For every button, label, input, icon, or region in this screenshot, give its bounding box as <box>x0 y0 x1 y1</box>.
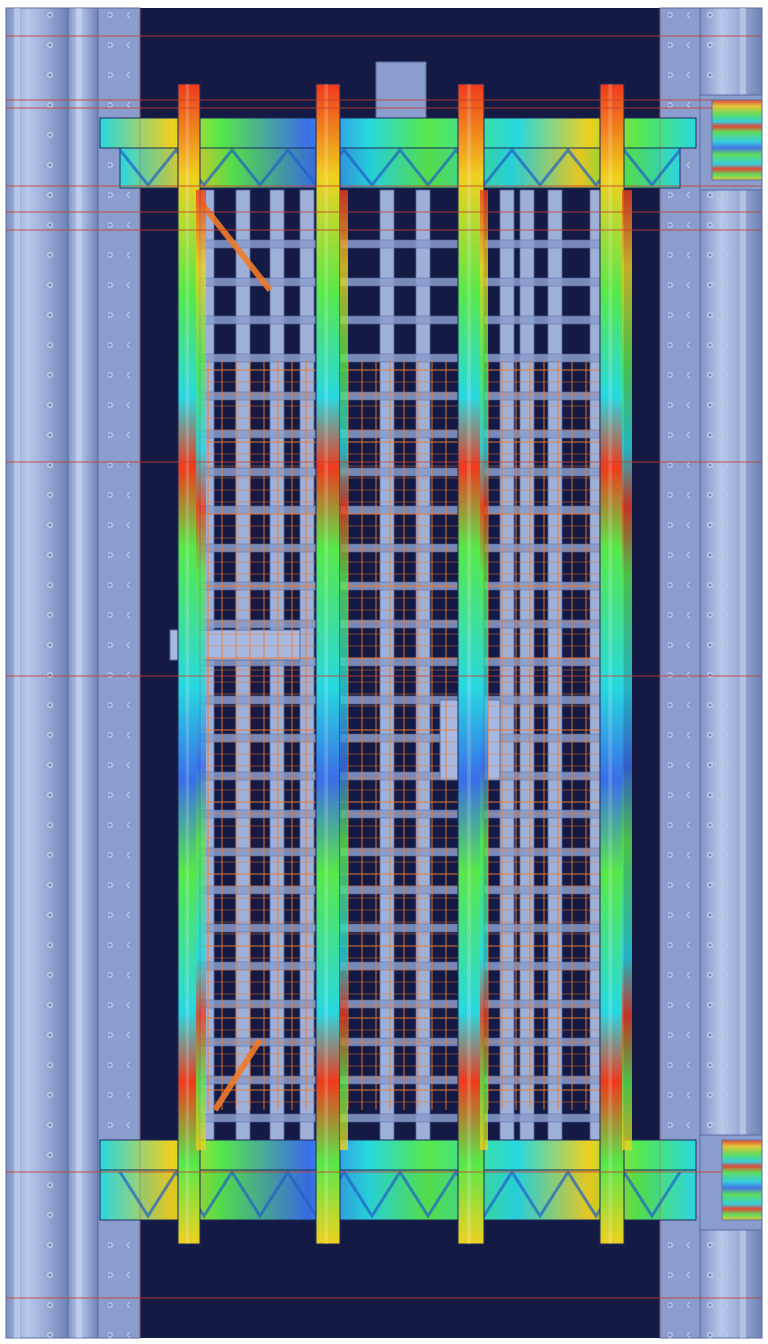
steel-member <box>179 429 621 439</box>
contour-column-inner <box>340 190 348 1150</box>
steel-member <box>179 315 621 325</box>
steel-member <box>179 277 621 287</box>
contour-column-inner <box>196 190 206 1150</box>
column-highlight <box>608 84 612 1244</box>
steel-member <box>179 847 621 857</box>
contour-column-inner <box>622 190 632 1150</box>
contour-column-inner <box>480 190 488 1150</box>
steel-member <box>179 619 621 629</box>
steel-member <box>179 999 621 1009</box>
column-highlight <box>324 84 328 1244</box>
steel-member <box>179 885 621 895</box>
column-highlight <box>185 84 189 1244</box>
steel-member <box>375 61 427 119</box>
steel-member <box>179 353 621 363</box>
steel-member <box>179 505 621 515</box>
steel-member <box>179 543 621 553</box>
steel-member <box>179 695 621 705</box>
steel-member <box>179 771 621 781</box>
steel-member <box>179 923 621 933</box>
steel-member <box>179 733 621 743</box>
steel-member <box>179 391 621 401</box>
steel-member <box>179 1075 621 1085</box>
viewport-background <box>140 8 660 1338</box>
left-steel-column <box>5 7 141 1339</box>
column-highlight <box>467 84 471 1244</box>
steel-member <box>179 961 621 971</box>
model-viewport[interactable] <box>0 0 768 1344</box>
structural-model-render <box>0 0 768 1344</box>
right-steel-column <box>659 7 763 1339</box>
steel-member <box>179 467 621 477</box>
steel-member <box>179 1113 621 1123</box>
steel-member <box>179 239 621 249</box>
